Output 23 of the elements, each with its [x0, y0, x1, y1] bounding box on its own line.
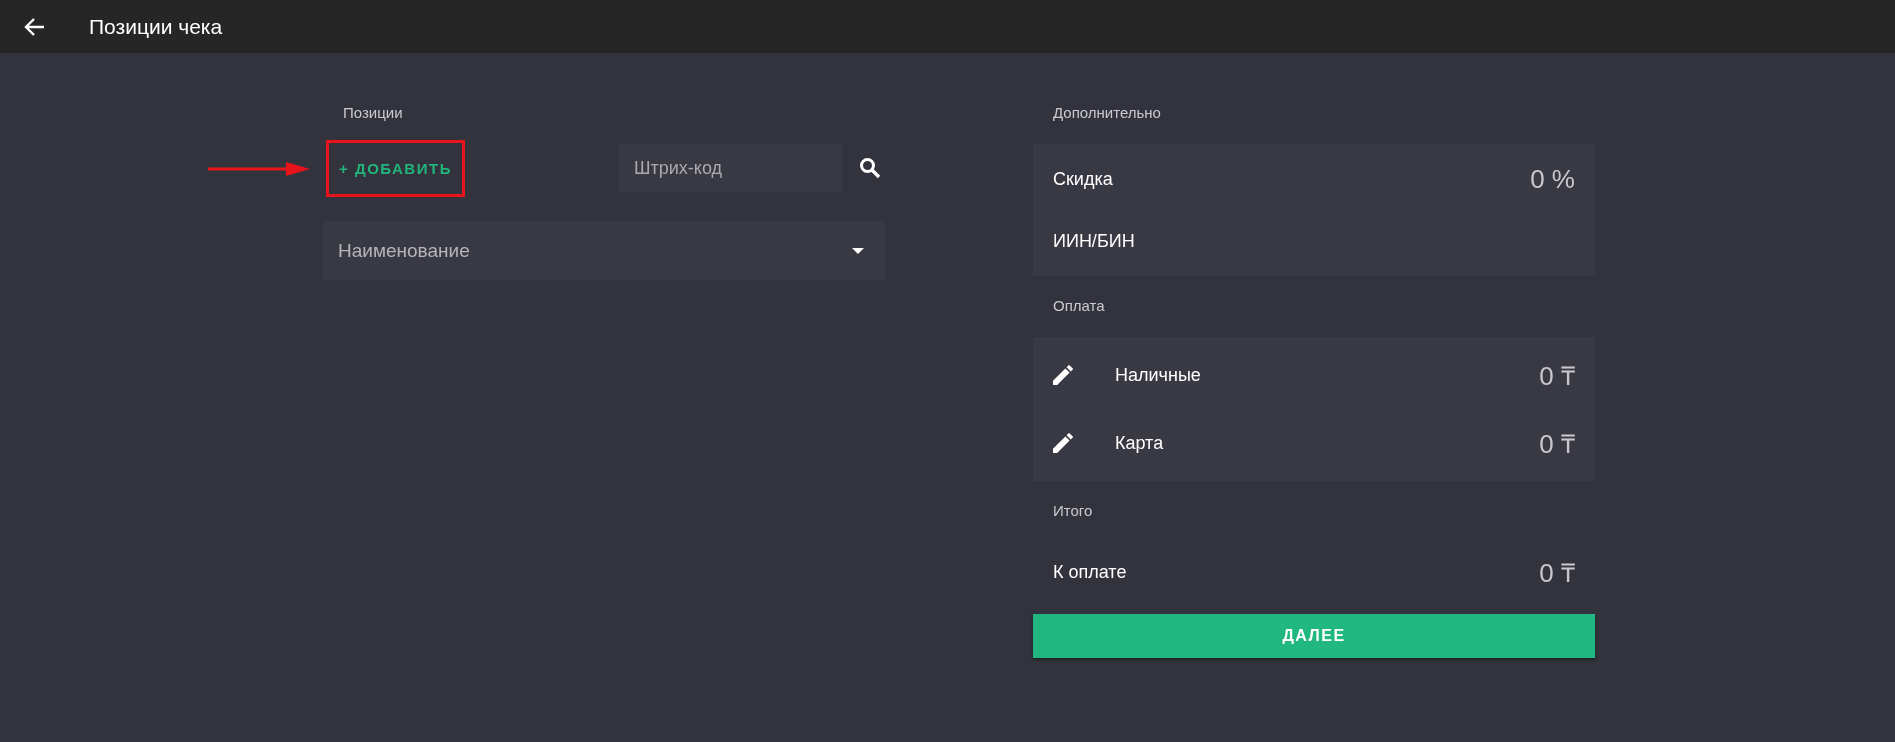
pencil-icon[interactable] — [1053, 433, 1073, 453]
row-label: Карта — [1115, 432, 1164, 454]
section-label: Позиции — [343, 103, 403, 122]
section-label: Оплата — [1053, 296, 1105, 315]
name-dropdown[interactable]: Наименование — [323, 221, 885, 280]
next-button[interactable]: ДАЛЕЕ — [1033, 614, 1595, 658]
section-label: Итого — [1053, 501, 1093, 520]
barcode-field[interactable]: Штрих-код — [619, 144, 842, 192]
pencil-icon[interactable] — [1053, 365, 1073, 385]
row-value: 0 ₸ — [1539, 557, 1575, 590]
row-label: Скидка — [1053, 168, 1113, 190]
search-icon[interactable] — [859, 157, 881, 179]
page-title: Позиции чека — [89, 14, 223, 39]
row-value: 0 % — [1530, 163, 1575, 195]
row-value: 0 ₸ — [1539, 428, 1575, 461]
row-label: К оплате — [1053, 561, 1127, 583]
back-arrow-icon[interactable] — [23, 16, 45, 37]
dropdown-caret-icon — [852, 247, 864, 254]
row-label: ИИН/БИН — [1053, 230, 1135, 252]
add-button[interactable]: + ДОБАВИТЬ — [326, 139, 465, 197]
row-value: 0 ₸ — [1539, 360, 1575, 393]
section-label: Дополнительно — [1053, 103, 1161, 122]
row-label: Наличные — [1115, 364, 1201, 386]
